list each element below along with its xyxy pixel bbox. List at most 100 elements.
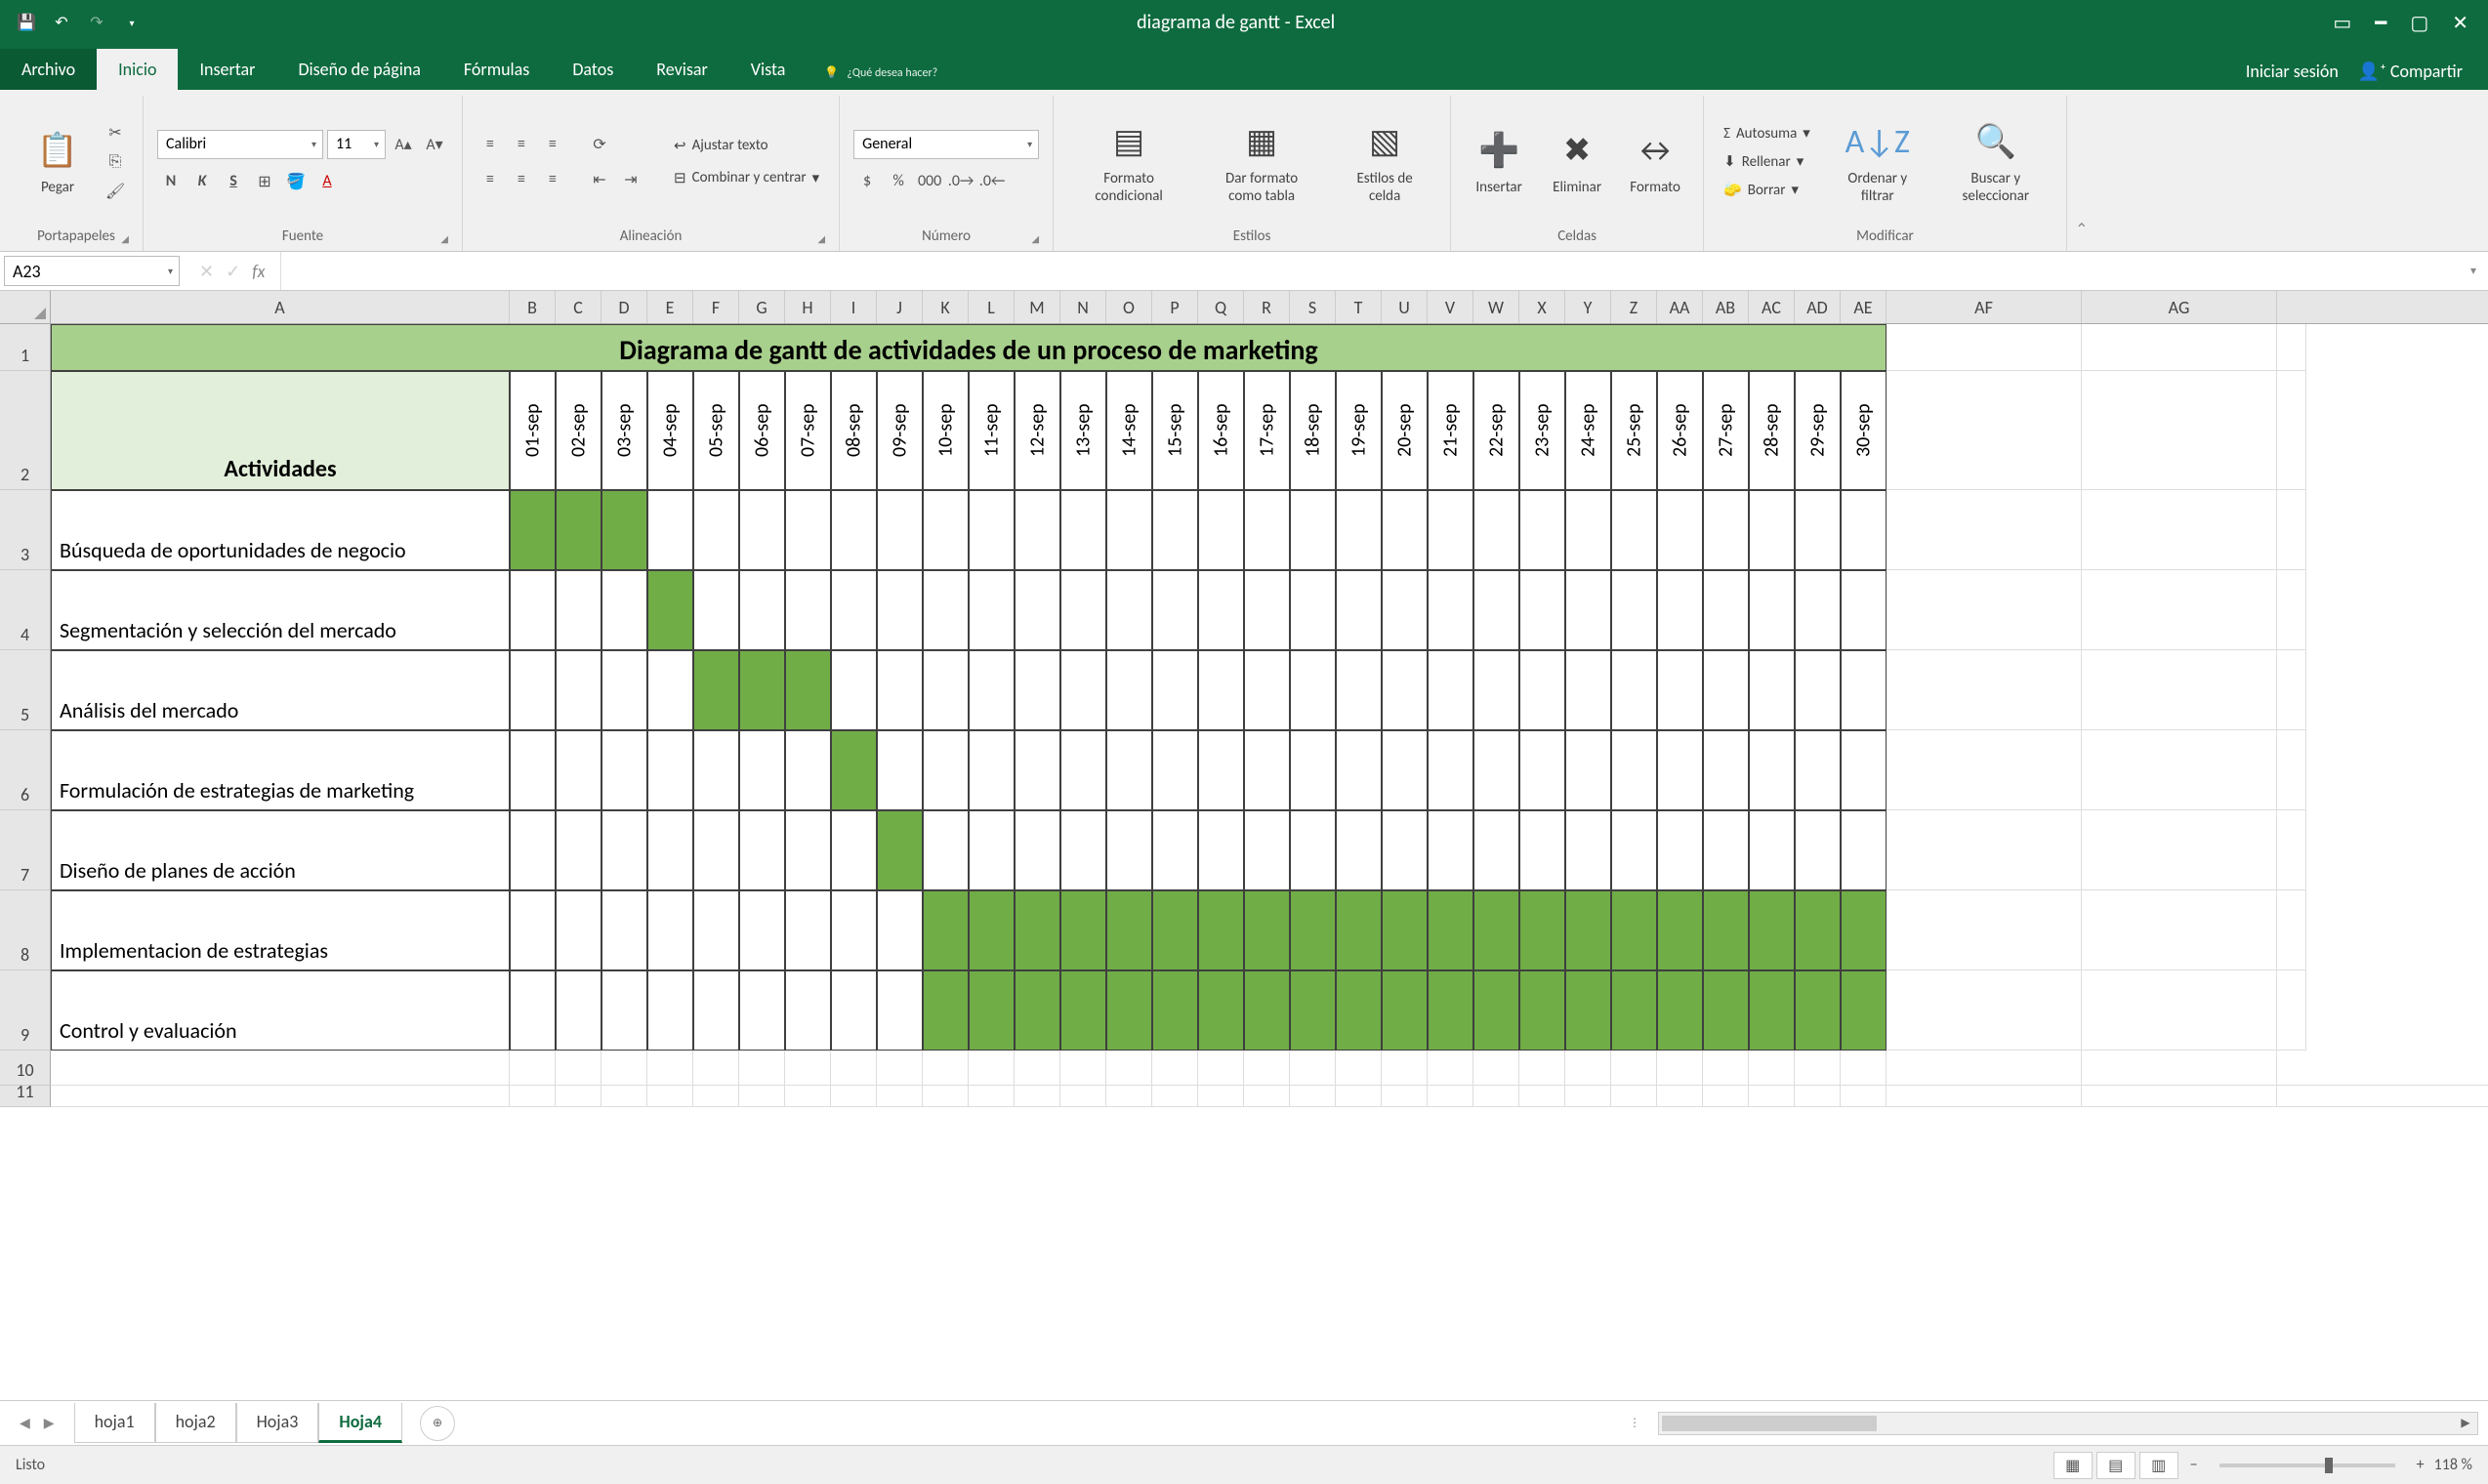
gantt-cell[interactable] bbox=[969, 490, 1015, 570]
gantt-cell[interactable] bbox=[1382, 570, 1428, 650]
gantt-cell[interactable] bbox=[1657, 970, 1703, 1051]
gantt-cell[interactable] bbox=[1244, 810, 1290, 890]
cut-icon[interactable]: ✂ bbox=[102, 120, 129, 145]
date-header[interactable]: 25-sep bbox=[1611, 371, 1657, 490]
gantt-cell[interactable] bbox=[1473, 970, 1519, 1051]
cell[interactable] bbox=[877, 1086, 923, 1107]
date-header[interactable]: 09-sep bbox=[877, 371, 923, 490]
gantt-cell[interactable] bbox=[510, 970, 556, 1051]
gantt-cell[interactable] bbox=[923, 730, 969, 810]
cell[interactable] bbox=[693, 1051, 739, 1086]
increase-indent-icon[interactable]: ⇥ bbox=[617, 167, 644, 192]
gantt-cell[interactable] bbox=[1749, 570, 1795, 650]
cell[interactable] bbox=[1244, 1086, 1290, 1107]
gantt-cell[interactable] bbox=[1152, 650, 1198, 730]
gantt-cell[interactable] bbox=[1657, 570, 1703, 650]
gantt-title[interactable]: Diagrama de gantt de actividades de un p… bbox=[51, 324, 1887, 371]
cell[interactable] bbox=[2082, 970, 2277, 1051]
cell[interactable] bbox=[1887, 1086, 2082, 1107]
gantt-cell[interactable] bbox=[1565, 650, 1611, 730]
date-header[interactable]: 21-sep bbox=[1428, 371, 1473, 490]
cell[interactable] bbox=[601, 1086, 647, 1107]
cell[interactable] bbox=[1749, 1086, 1795, 1107]
cell[interactable] bbox=[1703, 1086, 1749, 1107]
cell[interactable] bbox=[1198, 1051, 1244, 1086]
cell[interactable] bbox=[1611, 1086, 1657, 1107]
ribbon-display-icon[interactable]: ▭ bbox=[2333, 11, 2351, 35]
conditional-formatting-button[interactable]: ▤Formato condicional bbox=[1067, 115, 1190, 209]
date-header[interactable]: 24-sep bbox=[1565, 371, 1611, 490]
align-middle-icon[interactable]: ≡ bbox=[508, 132, 535, 157]
gantt-cell[interactable] bbox=[601, 570, 647, 650]
gantt-cell[interactable] bbox=[1795, 570, 1841, 650]
collapse-ribbon-icon[interactable]: ⌃ bbox=[2067, 96, 2096, 251]
cell[interactable] bbox=[1473, 1086, 1519, 1107]
number-format-combo[interactable]: General bbox=[853, 130, 1039, 159]
column-header[interactable]: AB bbox=[1703, 291, 1749, 323]
date-header[interactable]: 02-sep bbox=[556, 371, 601, 490]
align-top-icon[interactable]: ≡ bbox=[477, 132, 504, 157]
align-left-icon[interactable]: ≡ bbox=[477, 167, 504, 192]
column-header[interactable]: Z bbox=[1611, 291, 1657, 323]
gantt-cell[interactable] bbox=[1015, 890, 1060, 970]
gantt-cell[interactable] bbox=[831, 810, 877, 890]
gantt-cell[interactable] bbox=[785, 970, 831, 1051]
gantt-cell[interactable] bbox=[1152, 890, 1198, 970]
horizontal-scrollbar[interactable]: ◀ ▶ bbox=[1658, 1412, 2478, 1435]
page-break-view-icon[interactable]: ▥ bbox=[2139, 1452, 2178, 1479]
cell[interactable] bbox=[2082, 371, 2277, 490]
gantt-cell[interactable] bbox=[1015, 970, 1060, 1051]
date-header[interactable]: 15-sep bbox=[1152, 371, 1198, 490]
column-header[interactable]: P bbox=[1152, 291, 1198, 323]
gantt-cell[interactable] bbox=[1795, 810, 1841, 890]
gantt-cell[interactable] bbox=[693, 650, 739, 730]
formula-input[interactable] bbox=[280, 252, 2459, 290]
date-header[interactable]: 28-sep bbox=[1749, 371, 1795, 490]
cell[interactable] bbox=[1473, 1051, 1519, 1086]
gantt-cell[interactable] bbox=[1565, 970, 1611, 1051]
tab-data[interactable]: Datos bbox=[551, 49, 635, 90]
cell[interactable] bbox=[1887, 810, 2082, 890]
column-header[interactable]: Q bbox=[1198, 291, 1244, 323]
row-header[interactable]: 8 bbox=[0, 890, 51, 970]
cell[interactable] bbox=[1015, 1051, 1060, 1086]
tab-review[interactable]: Revisar bbox=[635, 49, 729, 90]
row-header[interactable]: 3 bbox=[0, 490, 51, 570]
cell[interactable] bbox=[2277, 570, 2306, 650]
cell[interactable] bbox=[2277, 371, 2306, 490]
name-box[interactable]: A23 bbox=[4, 256, 180, 286]
cell[interactable] bbox=[2277, 890, 2306, 970]
cell[interactable] bbox=[556, 1086, 601, 1107]
row-header[interactable]: 2 bbox=[0, 371, 51, 490]
gantt-cell[interactable] bbox=[1060, 810, 1106, 890]
tab-file[interactable]: Archivo bbox=[0, 49, 97, 90]
column-header[interactable]: E bbox=[647, 291, 693, 323]
gantt-cell[interactable] bbox=[693, 570, 739, 650]
decrease-font-icon[interactable]: A▾ bbox=[421, 132, 448, 157]
sheet-nav-prev-icon[interactable]: ◀ bbox=[20, 1415, 30, 1431]
gantt-cell[interactable] bbox=[1749, 650, 1795, 730]
cell[interactable] bbox=[2082, 490, 2277, 570]
gantt-cell[interactable] bbox=[556, 570, 601, 650]
dialog-launcher-icon[interactable]: ◢ bbox=[817, 232, 825, 245]
gantt-cell[interactable] bbox=[1106, 650, 1152, 730]
cell[interactable] bbox=[1106, 1051, 1152, 1086]
gantt-cell[interactable] bbox=[1657, 730, 1703, 810]
gantt-cell[interactable] bbox=[601, 490, 647, 570]
autosum-button[interactable]: ΣAutosuma ▾ bbox=[1718, 122, 1816, 144]
gantt-cell[interactable] bbox=[1336, 810, 1382, 890]
cell[interactable] bbox=[2277, 970, 2306, 1051]
gantt-cell[interactable] bbox=[1015, 650, 1060, 730]
gantt-cell[interactable] bbox=[1565, 570, 1611, 650]
cell[interactable] bbox=[877, 1051, 923, 1086]
gantt-cell[interactable] bbox=[556, 650, 601, 730]
gantt-cell[interactable] bbox=[556, 970, 601, 1051]
gantt-cell[interactable] bbox=[1611, 490, 1657, 570]
gantt-cell[interactable] bbox=[1703, 650, 1749, 730]
gantt-cell[interactable] bbox=[1336, 890, 1382, 970]
cell[interactable] bbox=[2082, 730, 2277, 810]
gantt-cell[interactable] bbox=[1336, 490, 1382, 570]
cell[interactable] bbox=[1152, 1086, 1198, 1107]
column-header[interactable]: H bbox=[785, 291, 831, 323]
cell[interactable] bbox=[51, 1086, 510, 1107]
